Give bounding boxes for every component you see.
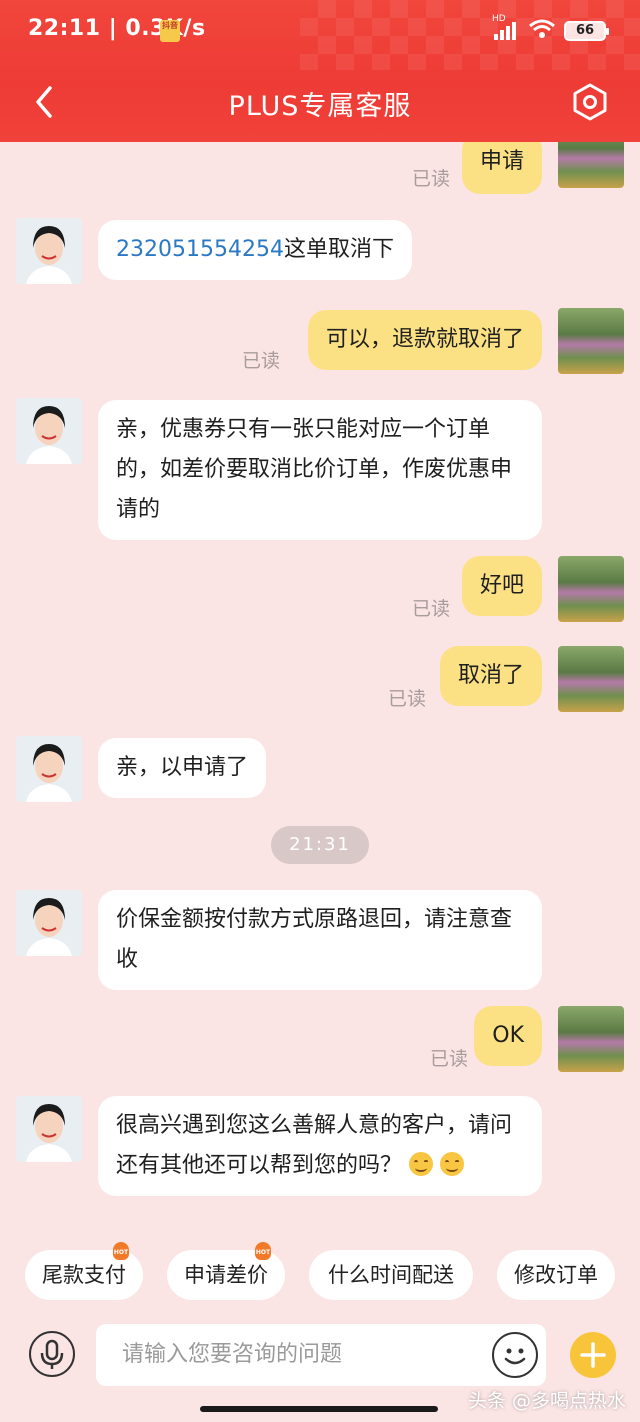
microphone-icon[interactable] bbox=[29, 1331, 75, 1377]
settings-icon[interactable] bbox=[570, 82, 610, 122]
user-avatar[interactable] bbox=[558, 646, 624, 712]
status-indicators: HD 66 bbox=[492, 14, 609, 44]
quick-reply-chip[interactable]: 什么时间配送 bbox=[309, 1250, 473, 1300]
page-title: PLUS专属客服 bbox=[228, 91, 412, 122]
watermark: 头条 @多喝点热水 bbox=[467, 1390, 626, 1412]
chip-label: 修改订单 bbox=[514, 1263, 598, 1287]
user-message-bubble[interactable]: 申请 bbox=[461, 142, 542, 194]
message-row-user: 已读 好吧 bbox=[0, 556, 640, 626]
quick-reply-chip[interactable]: 申请差价 HOT bbox=[167, 1242, 285, 1300]
chip-label: 尾款支付 bbox=[42, 1263, 126, 1287]
message-text: 取消了 bbox=[457, 663, 524, 688]
message-row-agent: 很高兴遇到您这么善解人意的客户，请问还有其他还可以帮到您的吗？ bbox=[0, 1096, 640, 1226]
wifi-icon bbox=[528, 18, 556, 44]
message-text: OK bbox=[492, 1023, 524, 1048]
message-text: 亲，以申请了 bbox=[116, 755, 249, 780]
message-text: 可以，退款就取消了 bbox=[325, 327, 524, 352]
read-status: 已读 bbox=[411, 168, 450, 190]
message-text: 亲，优惠券只有一张只能对应一个订单的，如差价要取消比价订单，作废优惠申请的 bbox=[116, 417, 513, 522]
user-message-bubble[interactable]: 可以，退款就取消了 bbox=[307, 310, 542, 370]
user-message-bubble[interactable]: 好吧 bbox=[461, 556, 542, 616]
quick-reply-bar: 尾款支付 HOT 申请差价 HOT 什么时间配送 修改订单 bbox=[0, 1242, 640, 1306]
smile-emoji-icon bbox=[409, 1152, 434, 1176]
message-text: 这单取消下 bbox=[283, 237, 394, 262]
read-status: 已读 bbox=[429, 1048, 468, 1070]
agent-message-bubble[interactable]: 亲，优惠券只有一张只能对应一个订单的，如差价要取消比价订单，作废优惠申请的 bbox=[98, 400, 542, 540]
agent-message-bubble[interactable]: 232051554254这单取消下 bbox=[98, 220, 412, 280]
message-row-user: 已读 申请 bbox=[0, 142, 640, 202]
hot-badge-icon: HOT bbox=[113, 1242, 129, 1260]
emoji-picker-icon[interactable] bbox=[492, 1332, 538, 1378]
read-status: 已读 bbox=[387, 688, 426, 710]
read-status: 已读 bbox=[241, 350, 280, 372]
message-row-user: 已读 可以，退款就取消了 bbox=[0, 308, 640, 378]
message-row-agent: 亲，优惠券只有一张只能对应一个订单的，如差价要取消比价订单，作废优惠申请的 bbox=[0, 398, 640, 540]
agent-avatar[interactable] bbox=[16, 736, 82, 802]
message-text: 价保金额按付款方式原路退回，请注意查收 bbox=[116, 907, 513, 972]
user-avatar[interactable] bbox=[558, 308, 624, 374]
quick-reply-chip[interactable]: 修改订单 bbox=[497, 1250, 615, 1300]
smile-emoji-icon bbox=[440, 1152, 465, 1176]
add-plus-button[interactable] bbox=[570, 1332, 616, 1378]
user-avatar[interactable] bbox=[558, 142, 624, 188]
nav-bar: PLUS专属客服 bbox=[0, 70, 640, 136]
user-message-bubble[interactable]: 取消了 bbox=[439, 646, 542, 706]
home-indicator[interactable] bbox=[200, 1406, 438, 1412]
user-message-bubble[interactable]: OK bbox=[474, 1006, 542, 1066]
user-avatar[interactable] bbox=[558, 1006, 624, 1072]
user-avatar[interactable] bbox=[558, 556, 624, 622]
hot-badge-icon: HOT bbox=[255, 1242, 271, 1260]
quick-reply-chip[interactable]: 尾款支付 HOT bbox=[25, 1242, 143, 1300]
message-row-agent: 232051554254这单取消下 bbox=[0, 218, 640, 288]
chip-label: 申请差价 bbox=[184, 1263, 268, 1287]
agent-avatar[interactable] bbox=[16, 890, 82, 956]
message-text: 好吧 bbox=[479, 573, 524, 598]
message-row-user: 已读 OK bbox=[0, 1006, 640, 1076]
agent-message-bubble[interactable]: 很高兴遇到您这么善解人意的客户，请问还有其他还可以帮到您的吗？ bbox=[98, 1096, 542, 1196]
message-input[interactable]: 请输入您要咨询的问题 bbox=[96, 1324, 546, 1386]
timestamp-divider: 21:31 bbox=[271, 826, 369, 864]
app-notification-icon: 抖音 bbox=[160, 20, 180, 42]
input-placeholder: 请输入您要咨询的问题 bbox=[122, 1342, 343, 1367]
agent-avatar[interactable] bbox=[16, 398, 82, 464]
chat-area[interactable]: 已读 申请 232051554254这单取消下 已读 可以，退款就取消了 亲，优… bbox=[0, 142, 640, 1237]
battery-icon: 66 bbox=[564, 21, 609, 41]
message-row-user: 已读 取消了 bbox=[0, 646, 640, 716]
read-status: 已读 bbox=[411, 598, 450, 620]
order-number-link[interactable]: 232051554254 bbox=[116, 237, 284, 262]
agent-message-bubble[interactable]: 价保金额按付款方式原路退回，请注意查收 bbox=[98, 890, 542, 990]
agent-avatar[interactable] bbox=[16, 218, 82, 284]
message-text: 申请 bbox=[479, 149, 524, 174]
agent-avatar[interactable] bbox=[16, 1096, 82, 1162]
header: 22:11 | 0.3K/s 抖音 HD 66 PLUS专属客服 bbox=[0, 0, 640, 142]
agent-message-bubble[interactable]: 亲，以申请了 bbox=[98, 738, 267, 798]
signal-icon: HD bbox=[492, 14, 520, 42]
status-bar: 22:11 | 0.3K/s 抖音 HD 66 bbox=[0, 0, 640, 60]
message-row-agent: 亲，以申请了 bbox=[0, 736, 640, 806]
chip-label: 什么时间配送 bbox=[328, 1263, 454, 1287]
